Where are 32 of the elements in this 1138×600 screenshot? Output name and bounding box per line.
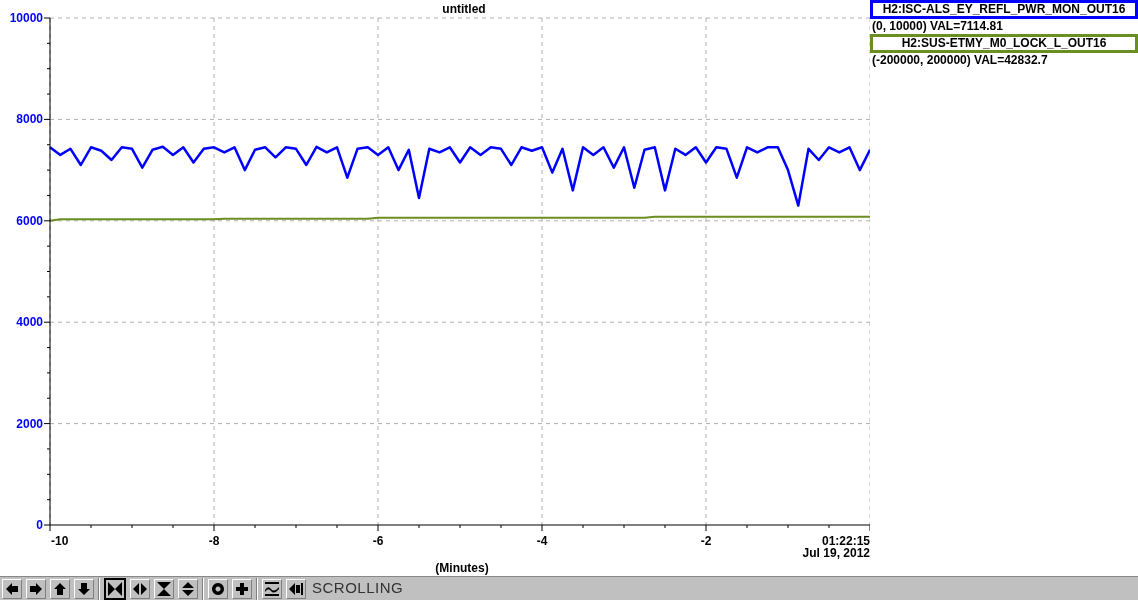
trace-reading: (0, 10000) VAL=7114.81 [871,19,1004,34]
y-tick-label: 0 [36,518,43,532]
down-arrow-icon [76,580,92,597]
trace-name-button[interactable]: H2:ISC-ALS_EY_REFL_PWR_MON_OUT16 [870,0,1138,19]
trace-reading: (-200000, 200000) VAL=42832.7 [871,53,1049,68]
trace-name-button[interactable]: H2:SUS-ETMY_M0_LOCK_L_OUT16 [870,34,1138,53]
date-label: Jul 19, 2012 [802,546,870,560]
plus-icon [234,580,250,597]
ring-icon [210,580,226,597]
x-tick-label: -10 [51,534,69,548]
x-tick-label: -2 [700,534,712,548]
y-tick-label: 4000 [16,315,43,330]
chart-title: untitled [442,2,486,16]
diamond-split-icon [132,580,148,597]
y-tick-label: 8000 [16,112,43,127]
y-tick-label: 2000 [16,416,43,431]
hourglass-icon [156,580,172,597]
x-tick-label: -6 [372,534,384,548]
graph-icon [264,580,280,597]
x-axis-label: (Minutes) [435,561,489,575]
mode-label: SCROLLING [312,578,404,599]
x-tick-label: -4 [536,534,548,548]
end-time-label: 01:22:15 [821,534,870,548]
x-tick-label: -8 [208,534,220,548]
up-down-arrow-icon [180,580,196,597]
y-tick-label: 10000 [9,11,43,25]
back-arrow-icon [288,580,304,597]
up-arrow-icon [52,580,68,597]
y-tick-label: 6000 [16,213,43,228]
bowtie-icon [107,580,123,597]
right-arrow-icon [28,580,44,597]
toolbar-button[interactable] [104,577,126,600]
